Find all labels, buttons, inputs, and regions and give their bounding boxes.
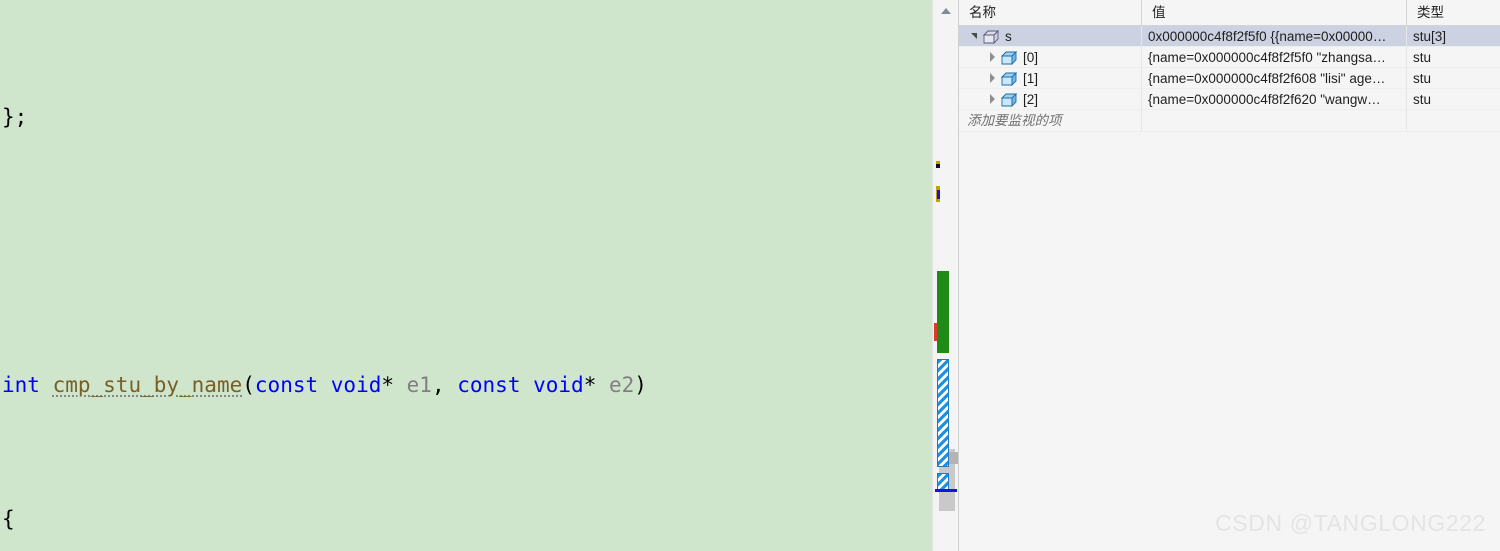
watch-node-label: [2]	[1023, 92, 1039, 107]
add-watch-placeholder[interactable]: 添加要监视的项	[959, 110, 1142, 131]
watch-row-value-cell[interactable]: {name=0x000000c4f8f2f5f0 "zhangsa…	[1142, 47, 1407, 68]
code-text-layer[interactable]: }; int cmp_stu_by_name(const void* e1, c…	[0, 0, 958, 551]
struct-box-icon	[1001, 47, 1019, 68]
visual-studio-debug-screen: }; int cmp_stu_by_name(const void* e1, c…	[0, 0, 1500, 551]
watch-row[interactable]: s 0x000000c4f8f2f5f0 {{name=0x00000… stu…	[959, 26, 1500, 47]
code-line[interactable]: {	[0, 503, 958, 537]
watch-row-type-cell: stu	[1413, 50, 1432, 65]
column-header-type[interactable]: 类型	[1407, 0, 1500, 26]
code-line[interactable]: int cmp_stu_by_name(const void* e1, cons…	[0, 369, 958, 403]
watch-row-name-cell[interactable]: [1]	[959, 68, 1142, 89]
expand-collapse-triangle-icon[interactable]	[967, 26, 983, 47]
column-header-value[interactable]: 值	[1142, 0, 1407, 26]
watch-node-label: s	[1005, 29, 1012, 44]
watch-row-type-cell: stu	[1413, 71, 1432, 86]
selection-marker	[937, 473, 949, 490]
struct-box-icon	[1001, 68, 1019, 89]
watch-node-label: [0]	[1023, 50, 1039, 65]
add-watch-type-cell	[1407, 110, 1500, 131]
expand-collapse-triangle-icon[interactable]	[985, 68, 1001, 89]
code-token: };	[2, 104, 28, 129]
add-watch-row[interactable]: 添加要监视的项	[959, 110, 1500, 132]
editor-vertical-scrollbar[interactable]	[932, 0, 958, 551]
watch-row-value-cell[interactable]: 0x000000c4f8f2f5f0 {{name=0x00000…	[1142, 26, 1407, 47]
struct-box-icon	[1001, 89, 1019, 110]
expand-collapse-triangle-icon[interactable]	[985, 47, 1001, 68]
watch-window[interactable]: 名称 值 类型 s 0x000000c4f8f2f5f0 {{name=0x00…	[958, 0, 1500, 551]
code-line[interactable]	[0, 235, 958, 269]
watch-row-name-cell[interactable]: [0]	[959, 47, 1142, 68]
scrollbar-mark	[949, 452, 958, 464]
watch-row-type-cell: stu[3]	[1413, 29, 1447, 44]
add-watch-value-cell	[1142, 110, 1407, 131]
watch-row-name-cell[interactable]: [2]	[959, 89, 1142, 110]
watch-row[interactable]: [0] {name=0x000000c4f8f2f5f0 "zhangsa… s…	[959, 47, 1500, 68]
watch-node-label: [1]	[1023, 71, 1039, 86]
watch-row-type-cell: stu	[1413, 92, 1432, 107]
watch-row-value-cell[interactable]: {name=0x000000c4f8f2f620 "wangw…	[1142, 89, 1407, 110]
code-token-function-name: cmp_stu_by_name	[52, 372, 243, 397]
scrollbar-mark	[937, 190, 940, 199]
watermark: CSDN @TANGLONG222	[1215, 510, 1486, 536]
scroll-up-button[interactable]	[933, 2, 958, 18]
column-header-name[interactable]: 名称	[959, 0, 1142, 26]
code-token: int	[2, 372, 40, 397]
caret-up-icon	[941, 8, 951, 14]
struct-box-icon	[983, 26, 1001, 47]
code-line[interactable]: };	[0, 101, 958, 135]
selection-marker	[937, 359, 949, 467]
expand-collapse-triangle-icon[interactable]	[985, 89, 1001, 110]
code-editor-pane[interactable]: }; int cmp_stu_by_name(const void* e1, c…	[0, 0, 958, 551]
watch-column-headers: 名称 值 类型	[959, 0, 1500, 26]
watch-row[interactable]: [2] {name=0x000000c4f8f2f620 "wangw… stu	[959, 89, 1500, 110]
scrollbar-mark	[936, 164, 940, 168]
watch-row-value-cell[interactable]: {name=0x000000c4f8f2f608 "lisi" age…	[1142, 68, 1407, 89]
watch-row[interactable]: [1] {name=0x000000c4f8f2f608 "lisi" age……	[959, 68, 1500, 89]
unsaved-changes-marker	[937, 271, 949, 353]
watch-row-name-cell[interactable]: s	[959, 26, 1142, 47]
caret-position-marker	[935, 489, 957, 492]
